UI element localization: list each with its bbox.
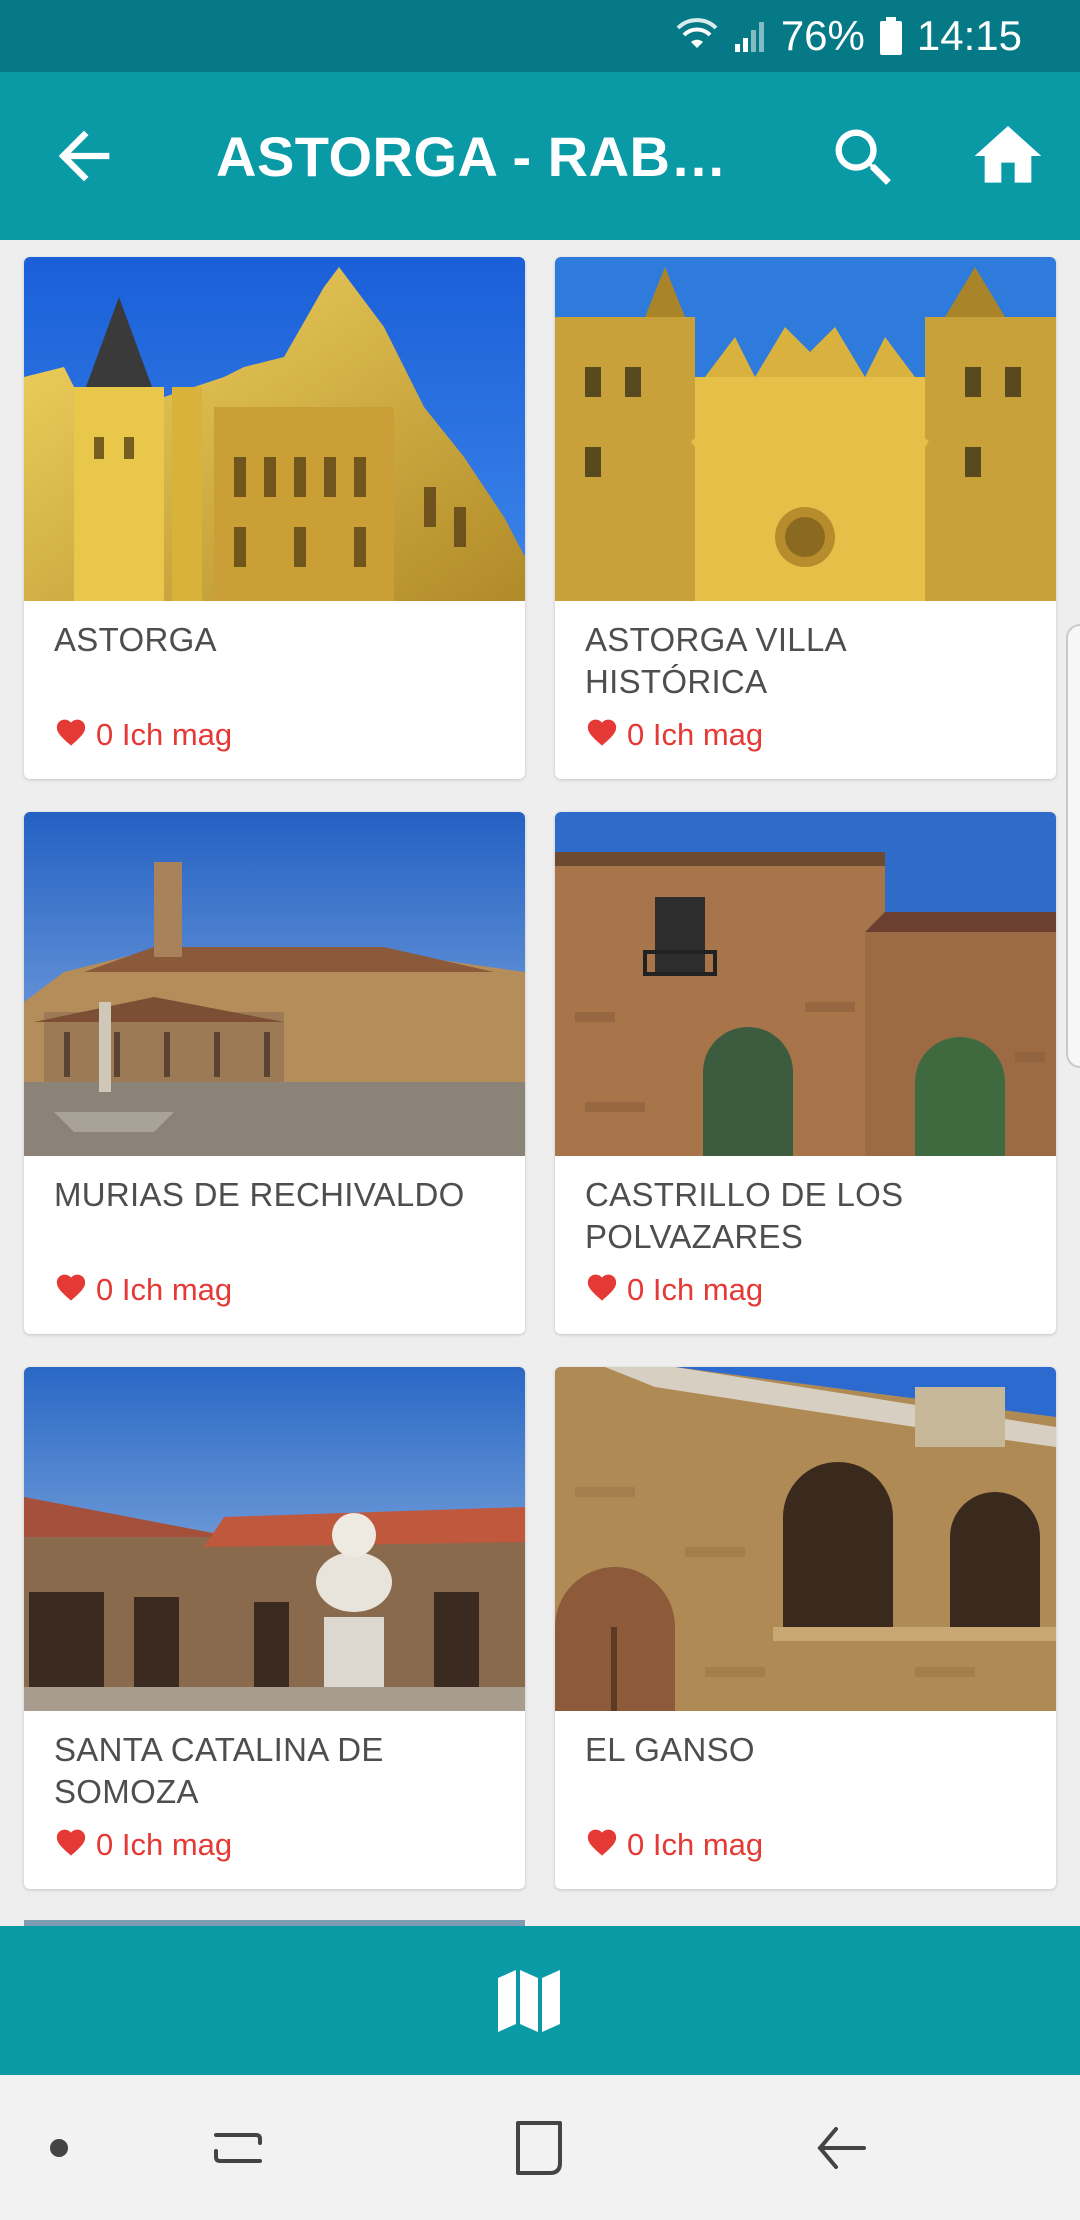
battery-percent: 76% <box>780 12 865 59</box>
heart-icon <box>585 715 619 755</box>
place-card-santa-catalina-de-somoza[interactable]: SANTA CATALINA DE SOMOZA 0 Ich mag <box>24 1367 525 1889</box>
bottom-bar <box>0 1926 1080 2075</box>
place-photo <box>555 257 1056 601</box>
clock: 14:15 <box>916 12 1022 59</box>
place-photo <box>555 812 1056 1156</box>
like-counter[interactable]: 0 Ich mag <box>54 715 232 755</box>
like-counter[interactable]: 0 Ich mag <box>585 1270 763 1310</box>
page-title: ASTORGA - RABANAL DEL CAMINO <box>216 125 736 188</box>
like-count: 0 Ich mag <box>627 1827 764 1862</box>
place-card-astorga[interactable]: ASTORGA 0 Ich mag <box>24 257 525 779</box>
like-counter[interactable]: 0 Ich mag <box>54 1825 232 1865</box>
like-count: 0 Ich mag <box>96 717 233 752</box>
recent-apps-icon[interactable] <box>204 2115 270 2181</box>
like-counter[interactable]: 0 Ich mag <box>585 1825 763 1865</box>
back-icon[interactable] <box>808 2115 874 2181</box>
status-indicators: 76% 14:15 <box>675 0 1022 72</box>
place-name: EL GANSO <box>585 1731 755 1768</box>
place-photo <box>24 1367 525 1711</box>
place-photo <box>555 1367 1056 1711</box>
place-name: MURIAS DE RECHIVALDO <box>54 1176 465 1213</box>
place-name: ASTORGA VILLA HISTÓRICA <box>585 621 846 700</box>
place-card-castrillo-de-los-polvazares[interactable]: CASTRILLO DE LOS POLVAZARES 0 Ich mag <box>555 812 1056 1334</box>
like-count: 0 Ich mag <box>627 1272 764 1307</box>
place-card-el-ganso[interactable]: EL GANSO 0 Ich mag <box>555 1367 1056 1889</box>
home-button-icon[interactable] <box>506 2115 572 2181</box>
map-icon[interactable] <box>494 1968 564 2034</box>
like-count: 0 Ich mag <box>627 717 764 752</box>
status-bar: 76% 14:15 <box>0 0 1080 72</box>
heart-icon <box>585 1270 619 1310</box>
heart-icon <box>54 715 88 755</box>
places-grid: ASTORGA 0 Ich mag ASTORGA VILLA HISTÓRIC… <box>0 240 1080 1926</box>
place-card-murias-de-rechivaldo[interactable]: MURIAS DE RECHIVALDO 0 Ich mag <box>24 812 525 1334</box>
edge-panel-handle[interactable] <box>1066 624 1080 1068</box>
system-nav-bar <box>0 2075 1080 2220</box>
like-counter[interactable]: 0 Ich mag <box>54 1270 232 1310</box>
dot-icon[interactable] <box>26 2115 92 2181</box>
like-counter[interactable]: 0 Ich mag <box>585 715 763 755</box>
place-card-astorga-villa-historica[interactable]: ASTORGA VILLA HISTÓRICA 0 Ich mag <box>555 257 1056 779</box>
heart-icon <box>585 1825 619 1865</box>
search-icon[interactable] <box>826 120 902 196</box>
place-photo <box>24 257 525 601</box>
place-photo <box>24 812 525 1156</box>
place-name: ASTORGA <box>54 621 217 658</box>
heart-icon <box>54 1270 88 1310</box>
like-count: 0 Ich mag <box>96 1272 233 1307</box>
wifi-icon <box>675 18 719 54</box>
heart-icon <box>54 1825 88 1865</box>
place-name: CASTRILLO DE LOS POLVAZARES <box>585 1176 904 1255</box>
arrow-left-icon[interactable] <box>46 118 122 194</box>
signal-icon <box>733 18 767 54</box>
place-name: SANTA CATALINA DE SOMOZA <box>54 1731 384 1810</box>
app-bar: ASTORGA - RABANAL DEL CAMINO <box>0 72 1080 240</box>
like-count: 0 Ich mag <box>96 1827 233 1862</box>
battery-icon <box>879 16 903 56</box>
home-icon[interactable] <box>968 116 1048 196</box>
